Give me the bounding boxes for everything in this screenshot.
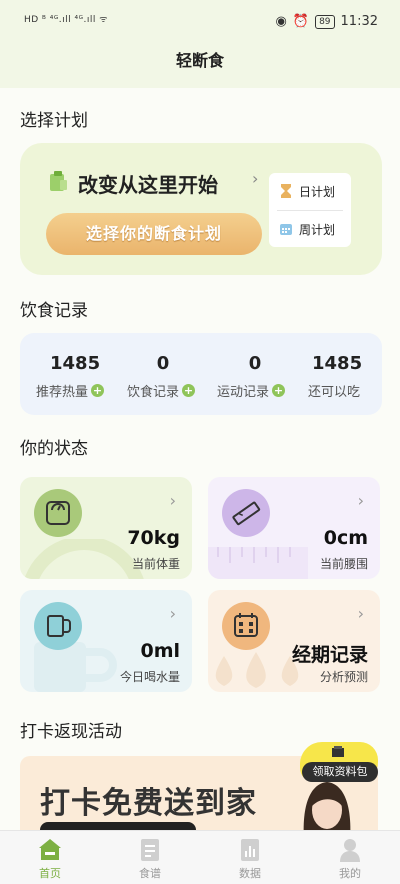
- status-bar: HD ᴮ ⁴ᴳ.ıll ⁴ᴳ.ıll ᯤ ◉ ⏰ 89 11:32: [0, 0, 400, 44]
- food-record-value: 0: [156, 353, 170, 374]
- day-plan-option[interactable]: 日计划: [269, 173, 351, 209]
- water-card[interactable]: › 0ml 今日喝水量: [20, 590, 192, 692]
- data-icon: [241, 839, 259, 861]
- water-value: 0ml: [140, 640, 180, 662]
- plan-section-title: 选择计划: [20, 111, 88, 131]
- calendar-icon: [280, 224, 292, 235]
- plan-options: 日计划 周计划: [269, 173, 351, 247]
- scale-dial-decoration: [24, 539, 144, 579]
- home-icon: [39, 839, 61, 860]
- exercise-record-value: 0: [248, 353, 262, 374]
- plus-icon[interactable]: +: [182, 384, 196, 397]
- choose-plan-button[interactable]: 选择你的断食计划: [46, 213, 262, 255]
- waist-value: 0cm: [323, 527, 368, 549]
- waist-card[interactable]: › 0cm 当前腰围: [208, 477, 380, 579]
- week-plan-option[interactable]: 周计划: [269, 211, 351, 247]
- battery-indicator: 89: [315, 14, 335, 29]
- exercise-record-label: 运动记录: [217, 385, 270, 400]
- period-card[interactable]: › 经期记录 分析预测: [208, 590, 380, 692]
- eye-icon: ◉: [275, 14, 287, 29]
- chevron-right-icon[interactable]: ›: [252, 169, 258, 188]
- weight-label: 当前体重: [131, 557, 180, 571]
- weight-value: 70kg: [127, 527, 180, 549]
- cup-icon: [34, 602, 82, 650]
- tab-bar: 首页 食谱 数据 我的: [0, 830, 400, 884]
- remaining-calories-value: 1485: [312, 353, 363, 374]
- page-title: 轻断食: [175, 51, 224, 70]
- tab-profile[interactable]: 我的: [300, 831, 400, 884]
- tab-recipes[interactable]: 食谱: [100, 831, 200, 884]
- food-record[interactable]: 饮食记录 +: [127, 381, 196, 400]
- promo-section-title: 打卡返现活动: [20, 722, 122, 742]
- signal-indicators: HD ᴮ ⁴ᴳ.ıll ⁴ᴳ.ıll ᯤ: [24, 15, 108, 25]
- alarm-icon: ⏰: [292, 14, 310, 29]
- tab-home-label: 首页: [39, 867, 61, 880]
- tab-data[interactable]: 数据: [200, 831, 300, 884]
- remaining-calories-label: 还可以吃: [308, 385, 361, 400]
- tab-profile-label: 我的: [339, 867, 361, 880]
- plus-icon[interactable]: +: [272, 384, 286, 397]
- book-icon: [332, 746, 344, 757]
- chevron-right-icon: ›: [357, 604, 364, 623]
- remaining-calories: 还可以吃: [308, 381, 360, 400]
- scale-icon: [34, 489, 82, 537]
- chevron-right-icon: ›: [357, 491, 364, 510]
- weight-card[interactable]: › 70kg 当前体重: [20, 477, 192, 579]
- hourglass-icon: [281, 184, 291, 198]
- status-right: ◉ ⏰ 89 11:32: [276, 14, 378, 29]
- chevron-right-icon: ›: [169, 604, 176, 623]
- tab-recipes-label: 食谱: [139, 867, 161, 880]
- app-header: 轻断食: [0, 44, 400, 88]
- calendar-grid-icon: [222, 602, 270, 650]
- clock: 11:32: [340, 14, 378, 29]
- period-label: 分析预测: [319, 670, 368, 684]
- ruler-decoration: [208, 547, 308, 579]
- recommended-calories-value: 1485: [50, 353, 101, 374]
- ruler-icon: [222, 489, 270, 537]
- profile-icon: [340, 839, 360, 862]
- exercise-record[interactable]: 运动记录 +: [217, 381, 286, 400]
- plus-icon[interactable]: +: [91, 384, 105, 397]
- chevron-right-icon: ›: [169, 491, 176, 510]
- water-label: 今日喝水量: [119, 670, 180, 684]
- recommended-calories[interactable]: 推荐热量 +: [36, 381, 105, 400]
- resource-pack-badge[interactable]: 领取资料包: [296, 740, 380, 784]
- recipe-icon: [141, 839, 159, 861]
- food-record-label: 饮食记录: [127, 385, 180, 400]
- diet-section-title: 饮食记录: [20, 301, 88, 321]
- status-section-title: 你的状态: [20, 439, 88, 459]
- tab-data-label: 数据: [239, 867, 261, 880]
- plan-card[interactable]: 改变从这里开始 › 选择你的断食计划 日计划 周计划: [20, 143, 382, 275]
- resource-pack-label: 领取资料包: [302, 762, 378, 782]
- tab-home[interactable]: 首页: [0, 831, 100, 884]
- waist-label: 当前腰围: [319, 557, 368, 571]
- day-plan-label: 日计划: [299, 184, 336, 199]
- recommended-calories-label: 推荐热量: [36, 385, 89, 400]
- clipboard-icon: [50, 171, 67, 191]
- plan-heading: 改变从这里开始: [78, 173, 218, 197]
- period-value: 经期记录: [291, 644, 368, 666]
- promo-headline: 打卡免费送到家: [40, 786, 257, 821]
- diet-card: 1485 推荐热量 + 0 饮食记录 + 0 运动记录 + 1485 还可以吃: [20, 333, 382, 415]
- week-plan-label: 周计划: [299, 222, 336, 237]
